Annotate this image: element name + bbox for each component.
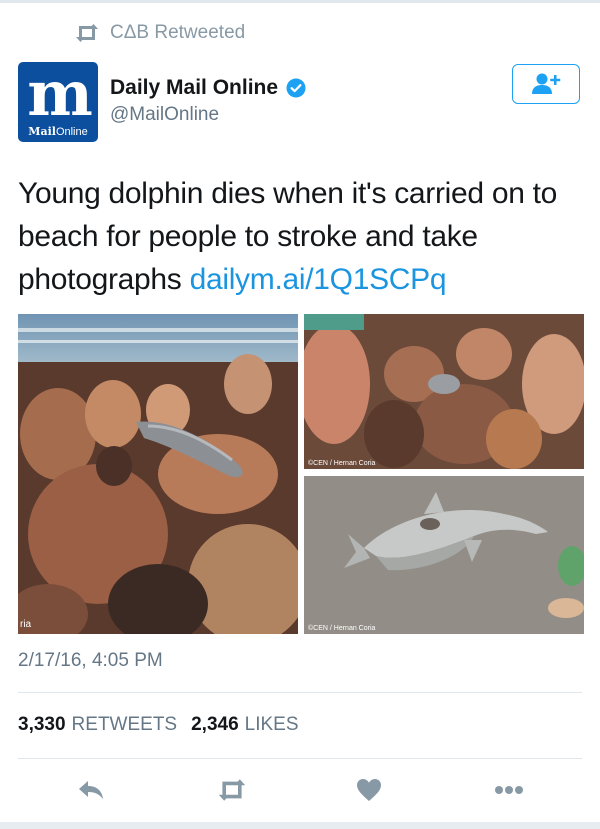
- photo-crowd-closeup[interactable]: ©CEN / Hernan Coria: [304, 314, 584, 469]
- follow-button[interactable]: [512, 64, 580, 104]
- bottom-divider: [0, 822, 600, 829]
- author-handle[interactable]: @MailOnline: [110, 104, 219, 126]
- avatar[interactable]: m MailOnline: [18, 62, 98, 142]
- retweets-count[interactable]: 3,330: [18, 714, 66, 736]
- retweet-icon: [76, 24, 98, 42]
- author-name[interactable]: Daily Mail Online: [110, 76, 278, 100]
- tweet-media[interactable]: ria ©CEN / Hernan Coria ©CEN / Hernan Co…: [18, 314, 584, 634]
- likes-count[interactable]: 2,346: [191, 714, 239, 736]
- retweeted-by[interactable]: CΔB Retweeted: [74, 20, 245, 46]
- retweet-icon: [218, 779, 246, 801]
- photo-caption: ria: [20, 619, 32, 630]
- more-dots-icon: [495, 786, 523, 794]
- photo-caption: ©CEN / Hernan Coria: [308, 625, 376, 632]
- heart-icon: [357, 779, 381, 801]
- avatar-brand-rest: Online: [55, 126, 88, 138]
- photo-dolphin-sand[interactable]: ©CEN / Hernan Coria: [304, 476, 584, 634]
- retweet-button[interactable]: [214, 776, 250, 804]
- tweet-actions: [0, 772, 600, 808]
- more-button[interactable]: [494, 776, 524, 804]
- avatar-brand: MailOnline: [18, 125, 98, 138]
- tweet-text: Young dolphin dies when it's carried on …: [18, 172, 588, 301]
- reply-icon: [79, 781, 103, 799]
- add-user-icon: [532, 73, 561, 94]
- divider: [18, 758, 582, 759]
- tweet-stats: 3,330 RETWEETS 2,346 LIKES: [18, 714, 299, 736]
- tweet-timestamp[interactable]: 2/17/16, 4:05 PM: [18, 650, 163, 672]
- photo-caption: ©CEN / Hernan Coria: [308, 460, 376, 467]
- retweets-label[interactable]: RETWEETS: [72, 714, 178, 736]
- like-button[interactable]: [354, 776, 384, 804]
- author-name-row[interactable]: Daily Mail Online: [110, 76, 306, 100]
- likes-label[interactable]: LIKES: [245, 714, 299, 736]
- reply-button[interactable]: [76, 776, 106, 804]
- tweet-link[interactable]: dailym.ai/1Q1SCPq: [190, 263, 447, 296]
- top-divider: [0, 0, 600, 3]
- retweeted-by-label: CΔB Retweeted: [110, 22, 246, 43]
- avatar-brand-bold: Mail: [28, 125, 56, 138]
- photo-crowd-beach[interactable]: ria: [18, 314, 298, 634]
- verified-badge-icon: [286, 78, 306, 98]
- avatar-monogram: m: [27, 62, 93, 130]
- divider: [18, 692, 582, 693]
